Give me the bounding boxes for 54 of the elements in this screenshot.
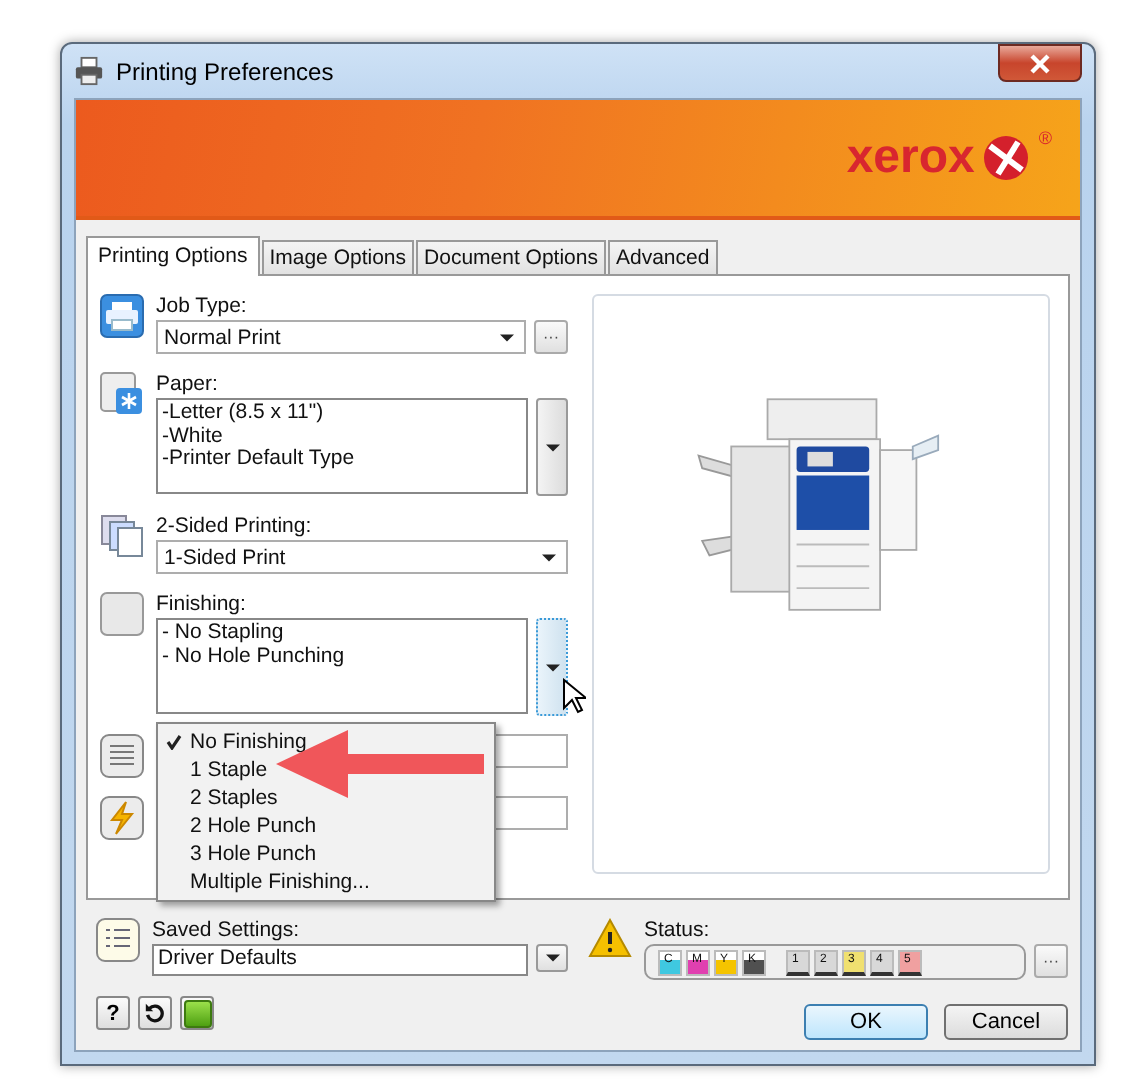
help-button[interactable]: ? [96, 996, 130, 1030]
menu-item[interactable]: 3 Hole Punch [158, 840, 494, 868]
field-label: 2-Sided Printing: [156, 514, 314, 538]
close-icon [1030, 53, 1050, 73]
menu-item[interactable]: 2 Hole Punch [158, 812, 494, 840]
list-line: - No Stapling [162, 622, 286, 645]
field-label: Job Type: [156, 294, 249, 318]
square-icon [100, 592, 144, 636]
list-line: -Printer Default Type [162, 448, 357, 471]
tab[interactable]: Document Options [416, 240, 606, 274]
logo-sphere-icon [982, 134, 1031, 182]
logo-text: xerox [846, 130, 975, 186]
dialog-button[interactable]: OK [804, 1004, 928, 1040]
list-line: -White [162, 425, 225, 448]
reset-button[interactable] [138, 996, 172, 1030]
warning-icon [588, 918, 632, 958]
reset-icon [144, 1002, 166, 1024]
dialog-button[interactable]: Cancel [944, 1004, 1068, 1040]
printer-icon [100, 294, 144, 338]
mouse-cursor-icon [562, 678, 586, 714]
registered-mark: ® [1038, 128, 1052, 148]
menu-item[interactable]: 2 Staples [158, 784, 494, 812]
field-label: Status: [644, 918, 712, 942]
dropdown-button[interactable] [536, 618, 568, 716]
status-light-button[interactable] [180, 996, 214, 1030]
more-button[interactable]: ··· [1034, 944, 1068, 978]
saved-settings-field[interactable]: Driver Defaults [152, 944, 528, 976]
tab[interactable]: Image Options [261, 240, 415, 274]
list-icon [96, 918, 140, 962]
more-button[interactable]: ··· [534, 320, 568, 354]
field-label: Paper: [156, 372, 220, 396]
lines-icon [100, 734, 144, 778]
caret-icon [545, 663, 559, 671]
caret-icon [500, 333, 514, 341]
lightning-icon [100, 796, 144, 840]
list-line: -Letter (8.5 x 11") [162, 402, 326, 425]
duplex-pages-icon [100, 514, 144, 558]
paper-icon [100, 372, 144, 416]
window-title: Printing Preferences [116, 57, 336, 85]
printer-icon [74, 56, 104, 86]
tab[interactable]: Advanced [607, 240, 718, 274]
tab[interactable]: Printing Options [86, 236, 260, 276]
menu-item[interactable]: Multiple Finishing... [158, 868, 494, 896]
menu-item[interactable]: No Finishing [158, 728, 494, 756]
dropdown[interactable]: 1-Sided Print [156, 540, 568, 574]
field-label: Finishing: [156, 592, 248, 616]
caret-icon [545, 954, 559, 962]
list-line: - No Hole Punching [162, 645, 347, 668]
dropdown-button[interactable] [536, 944, 568, 972]
caret-icon [545, 443, 559, 451]
close-button[interactable] [998, 44, 1082, 82]
field-label: Saved Settings: [152, 918, 302, 942]
caret-icon [542, 553, 556, 561]
dropdown[interactable]: Normal Print [156, 320, 526, 354]
